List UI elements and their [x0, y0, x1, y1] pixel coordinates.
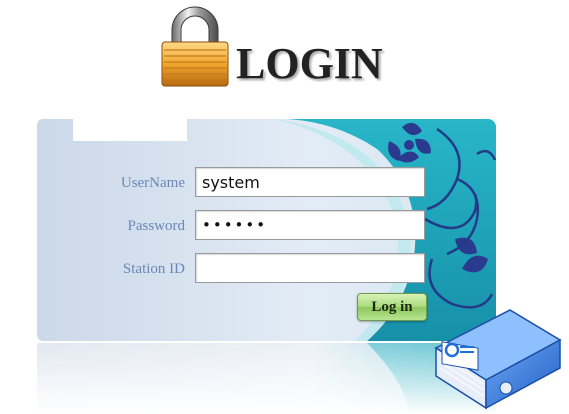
station-row: Station ID [37, 253, 496, 285]
login-form: UserName Password Station ID Log in [37, 119, 496, 341]
station-id-label: Station ID [122, 261, 185, 277]
station-id-input[interactable] [195, 253, 425, 283]
password-label: Password [127, 218, 185, 234]
ie-binder-icon [434, 309, 562, 410]
username-label: UserName [120, 175, 185, 191]
page-title: LOGIN [236, 39, 383, 88]
login-button[interactable]: Log in [357, 293, 427, 321]
panel-reflection [37, 343, 496, 414]
password-input[interactable] [195, 210, 425, 240]
username-row: UserName [37, 167, 496, 199]
username-input[interactable] [195, 167, 425, 197]
password-row: Password [37, 210, 496, 242]
login-header: LOGIN [0, 0, 569, 110]
padlock-icon [161, 6, 229, 87]
